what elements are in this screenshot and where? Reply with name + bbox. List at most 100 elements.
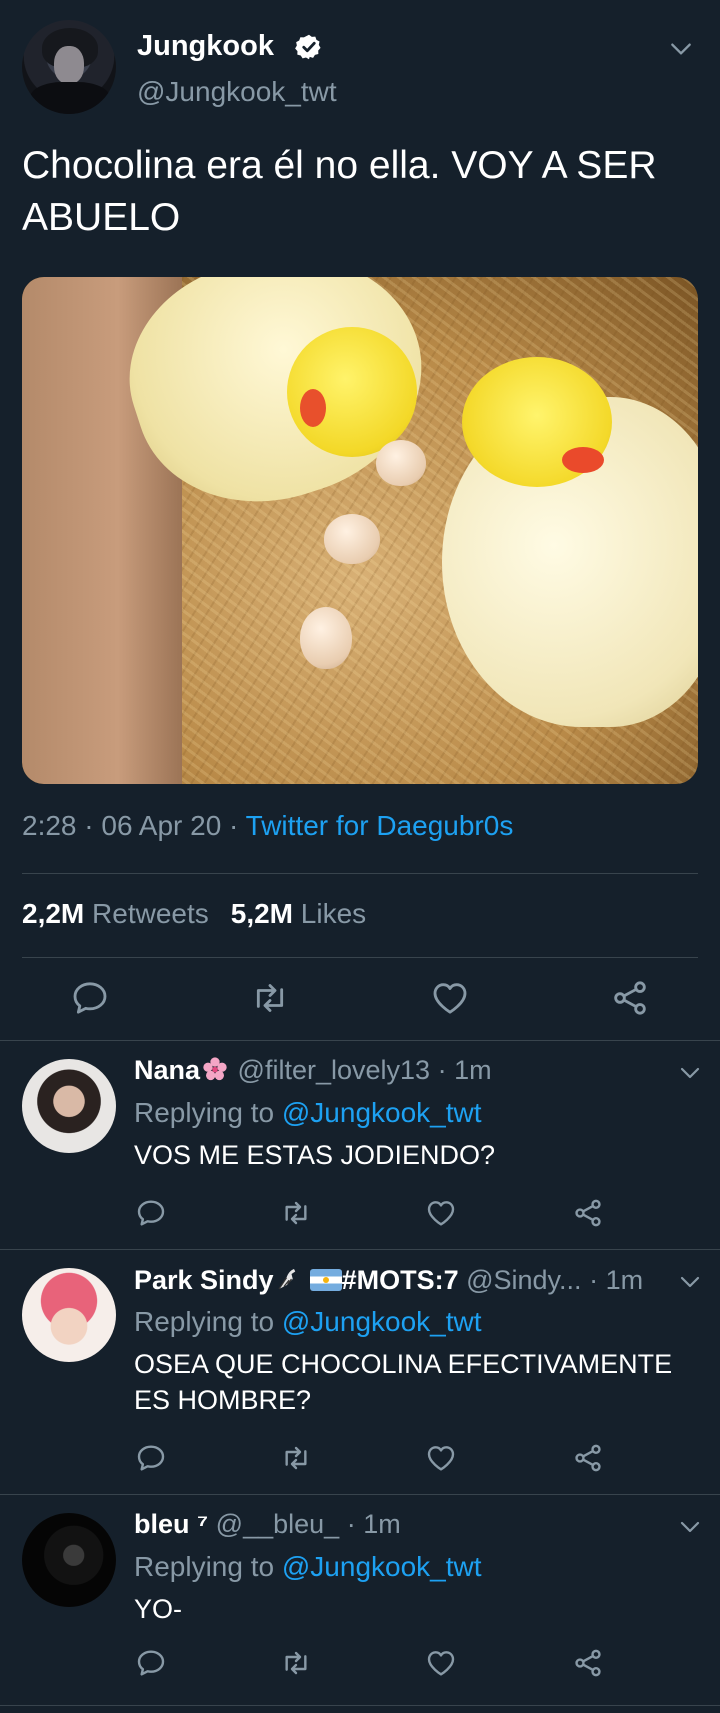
reply-time: 1m	[605, 1265, 644, 1295]
avatar-coat	[30, 82, 110, 114]
chevron-down-icon[interactable]	[678, 1270, 702, 1294]
chevron-down-icon[interactable]	[678, 1061, 702, 1085]
likes-count: 5,2M	[230, 898, 293, 929]
reply-time: 1m	[363, 1509, 401, 1539]
like-button[interactable]	[430, 978, 470, 1018]
heart-icon	[433, 983, 467, 1014]
reply-display-name[interactable]: Park Sindy	[134, 1265, 274, 1295]
replying-to-link[interactable]: @Jungkook_twt	[282, 1551, 482, 1582]
tweet-source-link[interactable]: Twitter for Daegubr0s	[246, 810, 514, 841]
tweet-actions	[0, 978, 720, 1028]
like-button[interactable]	[425, 1197, 457, 1229]
like-button[interactable]	[425, 1442, 457, 1474]
reply-icon	[137, 1650, 165, 1676]
divider	[22, 873, 698, 874]
replying-to-link[interactable]: @Jungkook_twt	[282, 1306, 482, 1337]
reply-icon	[137, 1445, 165, 1471]
tweet-header: Jungkook @Jungkook_twt	[22, 20, 698, 116]
like-button[interactable]	[425, 1647, 457, 1679]
author-display-name[interactable]: Jungkook	[137, 30, 274, 63]
reply-text: VOS ME ESTAS JODIENDO?	[134, 1140, 496, 1170]
retweets-stat[interactable]: 2,2M Retweets	[22, 898, 209, 929]
share-button[interactable]	[572, 1197, 604, 1229]
tweet-time: 2:28	[22, 810, 77, 841]
tweet-meta: 2:28 · 06 Apr 20 · Twitter for Daegubr0s	[22, 810, 513, 842]
reply-button[interactable]	[135, 1442, 167, 1474]
likes-stat[interactable]: 5,2M Likes	[231, 898, 366, 929]
tweet-text: Chocolina era él no ella. VOY A SER ABUE…	[22, 144, 657, 239]
author-handle[interactable]: @Jungkook_twt	[137, 76, 337, 108]
retweets-count: 2,2M	[22, 898, 85, 929]
retweets-label: Retweets	[92, 898, 209, 929]
reply-actions	[0, 1197, 720, 1231]
retweet-button[interactable]	[250, 978, 290, 1018]
retweet-button[interactable]	[280, 1442, 312, 1474]
chevron-down-icon[interactable]	[668, 36, 694, 62]
tweet-stats: 2,2M Retweets 5,2M Likes	[22, 898, 366, 930]
retweet-icon	[256, 984, 284, 1012]
divider	[0, 1705, 720, 1706]
reply-text: OSEA QUE CHOCOLINA EFECTIVAMENTE ES HOMB…	[134, 1349, 673, 1415]
divider	[22, 957, 698, 958]
heart-icon	[427, 1201, 455, 1226]
reply-button[interactable]	[135, 1647, 167, 1679]
reply-button[interactable]	[70, 978, 110, 1018]
argentina-flag-icon	[309, 1269, 342, 1291]
reply-button[interactable]	[135, 1197, 167, 1229]
meta-separator: ·	[84, 810, 94, 841]
photo-egg	[376, 440, 426, 486]
reply-tweet[interactable]: bleu ⁷ @__bleu_ · 1m Replying to @Jungko…	[0, 1495, 720, 1705]
reply-actions	[0, 1647, 720, 1681]
likes-label: Likes	[300, 898, 367, 929]
meta-separator: ·	[589, 1265, 599, 1295]
replying-to-link[interactable]: @Jungkook_twt	[282, 1097, 482, 1128]
share-icon	[575, 1199, 601, 1227]
reply-handle[interactable]: @__bleu_	[216, 1509, 340, 1539]
retweet-icon	[285, 1201, 307, 1225]
cherry-blossom-icon	[203, 1057, 227, 1081]
meta-separator: ·	[346, 1509, 356, 1539]
reply-actions	[0, 1442, 720, 1476]
reply-handle[interactable]: @Sindy...	[466, 1265, 581, 1295]
retweet-icon	[285, 1446, 307, 1470]
reply-text: YO-	[134, 1594, 183, 1624]
reply-tweet[interactable]: Nana @filter_lovely13 · 1m Replying to @…	[0, 1041, 720, 1249]
tweet-date: 06 Apr 20	[101, 810, 222, 841]
replying-to: Replying to @Jungkook_twt	[134, 1551, 482, 1583]
reply-name-line: Park Sindy #MOTS:7 @Sindy... · 1m	[134, 1264, 674, 1296]
retweet-button[interactable]	[280, 1647, 312, 1679]
reply-tweet[interactable]: Park Sindy #MOTS:7 @Sindy... · 1m Replyin…	[0, 1250, 720, 1494]
meta-separator: ·	[437, 1055, 447, 1085]
avatar[interactable]	[22, 20, 116, 114]
reply-display-name[interactable]: Nana	[134, 1055, 200, 1085]
reply-name-line: bleu ⁷ @__bleu_ · 1m	[134, 1509, 674, 1540]
reply-name-line: Nana @filter_lovely13 · 1m	[134, 1055, 674, 1086]
share-button[interactable]	[610, 978, 650, 1018]
share-button[interactable]	[572, 1647, 604, 1679]
share-icon	[575, 1444, 601, 1472]
bird-icon	[278, 1269, 295, 1290]
meta-separator: ·	[229, 810, 239, 841]
replying-prefix: Replying to	[134, 1306, 275, 1337]
tweet-photo[interactable]	[22, 277, 698, 784]
tweet-detail-page: Jungkook @Jungkook_twt Chocolina era él …	[0, 0, 720, 1713]
photo-bird-left-cheek	[300, 389, 326, 427]
avatar[interactable]	[22, 1059, 116, 1153]
verified-badge-icon	[295, 34, 321, 60]
retweet-button[interactable]	[280, 1197, 312, 1229]
share-icon	[575, 1649, 601, 1677]
reply-icon	[73, 982, 107, 1014]
share-button[interactable]	[572, 1442, 604, 1474]
share-icon	[614, 981, 646, 1015]
reply-handle[interactable]: @filter_lovely13	[238, 1055, 431, 1085]
replying-to: Replying to @Jungkook_twt	[134, 1306, 482, 1338]
replying-prefix: Replying to	[134, 1551, 275, 1582]
heart-icon	[427, 1651, 455, 1676]
reply-time: 1m	[454, 1055, 492, 1085]
replying-prefix: Replying to	[134, 1097, 275, 1128]
reply-icon	[137, 1200, 165, 1226]
chevron-down-icon[interactable]	[678, 1515, 702, 1539]
avatar[interactable]	[22, 1268, 116, 1362]
reply-display-name[interactable]: bleu ⁷	[134, 1509, 208, 1539]
avatar[interactable]	[22, 1513, 116, 1607]
